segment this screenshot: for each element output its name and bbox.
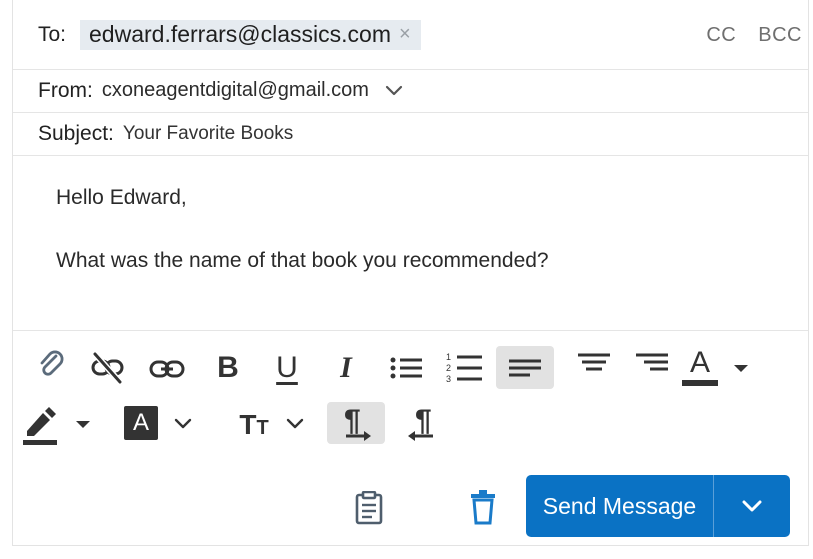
chevron-down-icon[interactable] <box>385 85 403 97</box>
font-size-icon[interactable]: T T <box>236 406 272 440</box>
from-label: From: <box>38 78 93 102</box>
body-line: Hello Edward, <box>56 186 187 209</box>
attach-icon[interactable] <box>34 346 68 382</box>
svg-text:¶: ¶ <box>415 404 432 437</box>
recipient-email: edward.ferrars@classics.com <box>89 21 391 47</box>
recipient-chip[interactable]: edward.ferrars@classics.com × <box>80 19 421 50</box>
unlink-icon[interactable] <box>88 350 128 386</box>
font-color-icon[interactable]: A <box>680 346 720 390</box>
rtl-icon[interactable]: ¶ <box>402 402 444 444</box>
to-label: To: <box>38 22 67 46</box>
from-select[interactable]: cxoneagentdigital@gmail.com <box>102 79 369 102</box>
svg-text:¶: ¶ <box>344 404 361 437</box>
svg-text:1: 1 <box>446 352 451 362</box>
numbered-list-icon[interactable]: 1 2 3 <box>443 350 485 386</box>
font-size-dropdown-icon[interactable] <box>284 414 306 434</box>
ltr-icon[interactable]: ¶ <box>327 402 385 444</box>
align-left-icon[interactable] <box>496 346 554 389</box>
link-icon[interactable] <box>147 352 187 386</box>
clipboard-icon[interactable] <box>352 490 386 526</box>
subject-label: Subject: <box>38 121 114 145</box>
align-right-icon[interactable] <box>632 348 672 376</box>
highlight-dropdown-icon[interactable] <box>72 414 94 434</box>
email-composer: To: edward.ferrars@classics.com × CC BCC… <box>12 0 809 546</box>
from-row: From: cxoneagentdigital@gmail.com <box>13 69 808 113</box>
highlight-icon[interactable] <box>20 402 62 446</box>
align-center-icon[interactable] <box>574 348 614 376</box>
subject-input[interactable]: Your Favorite Books <box>123 123 293 145</box>
background-color-icon[interactable]: A <box>124 406 158 440</box>
font-color-swatch <box>682 380 718 386</box>
trash-icon[interactable] <box>466 488 500 526</box>
chevron-down-icon <box>742 500 762 512</box>
italic-icon[interactable]: I <box>330 350 362 386</box>
send-message-button[interactable]: Send Message <box>526 475 713 537</box>
font-color-glyph: A <box>689 346 710 379</box>
cc-bcc-links: CC BCC <box>690 24 802 47</box>
svg-text:3: 3 <box>446 374 451 384</box>
background-color-dropdown-icon[interactable] <box>172 414 194 434</box>
subject-row: Subject: Your Favorite Books <box>13 112 808 156</box>
bulleted-list-icon[interactable] <box>386 352 426 384</box>
send-message-split-button: Send Message <box>526 475 790 537</box>
message-body-editor[interactable]: Hello Edward, What was the name of that … <box>13 155 808 331</box>
bcc-link[interactable]: BCC <box>758 24 802 46</box>
body-line: What was the name of that book you recom… <box>56 249 549 272</box>
send-options-button[interactable] <box>714 475 790 537</box>
font-color-dropdown-icon[interactable] <box>730 358 752 378</box>
font-size-glyph-small: T <box>256 417 269 439</box>
to-row: To: edward.ferrars@classics.com × CC BCC <box>13 0 808 70</box>
svg-text:2: 2 <box>446 363 451 373</box>
underline-icon[interactable]: U <box>270 347 304 389</box>
bold-icon[interactable]: B <box>211 350 245 386</box>
remove-recipient-button[interactable]: × <box>399 23 411 46</box>
font-size-glyph-big: T <box>239 409 257 440</box>
cc-link[interactable]: CC <box>706 24 736 46</box>
